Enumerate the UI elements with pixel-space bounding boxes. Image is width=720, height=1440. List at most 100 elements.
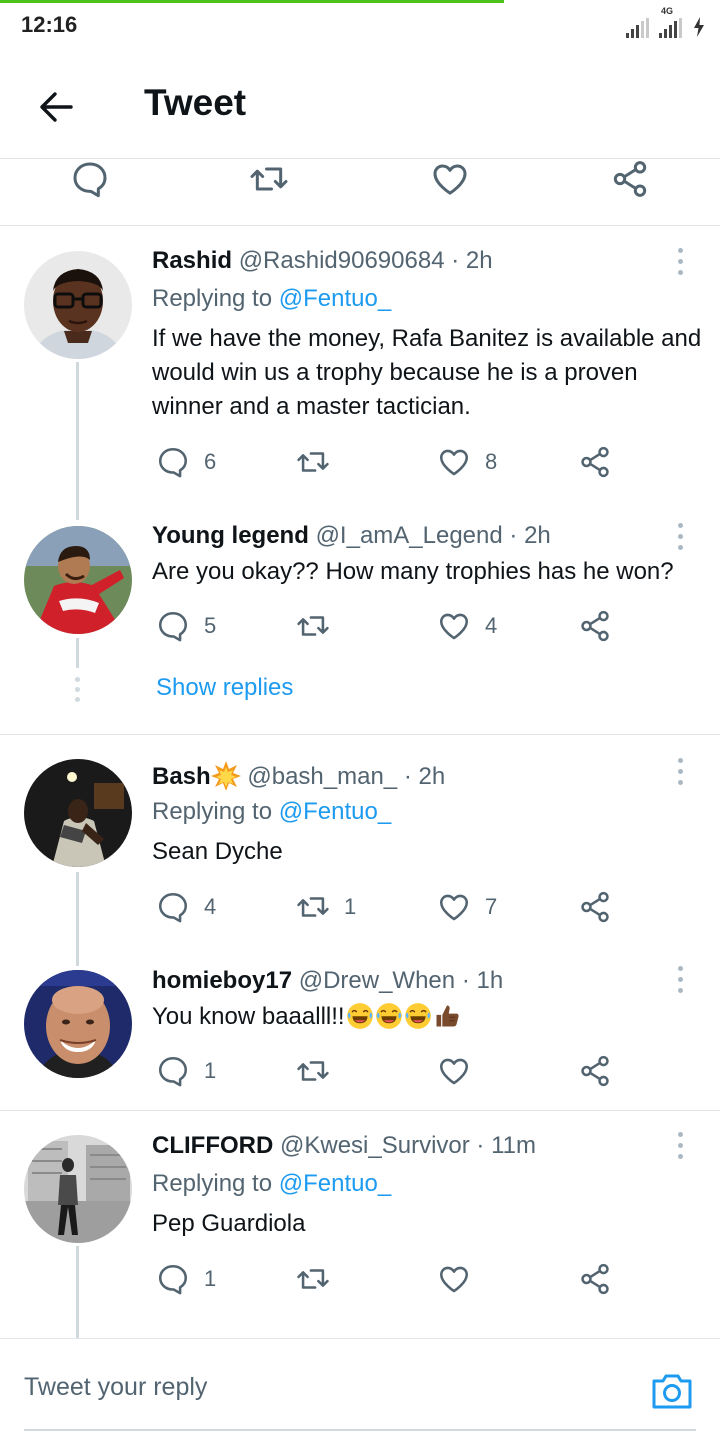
reply-button[interactable]: 5	[156, 606, 216, 646]
main-tweet-actions	[0, 159, 720, 226]
replying-prefix: Replying to	[152, 285, 273, 312]
tears-of-joy-emoji-icon	[404, 1002, 432, 1030]
mention-link[interactable]: @Fentuo_	[279, 798, 391, 825]
like-button[interactable]: 4	[437, 606, 497, 646]
reply-header: homieboy17 @Drew_When · 1h	[152, 967, 503, 995]
like-button[interactable]: 8	[437, 442, 497, 482]
retweet-button[interactable]	[296, 1259, 344, 1299]
avatar-image	[24, 759, 132, 867]
more-options-button[interactable]	[668, 754, 692, 788]
avatar[interactable]	[24, 251, 132, 359]
main-reply-button[interactable]	[70, 159, 110, 199]
display-name[interactable]: Bash	[152, 763, 211, 790]
reply-text: Are you okay?? How many trophies has he …	[152, 558, 674, 585]
user-handle[interactable]: @Drew_When	[299, 967, 455, 994]
post-time: · 2h	[509, 522, 551, 549]
replying-to: Replying to @Fentuo_	[152, 1170, 391, 1198]
reply-icon	[156, 1054, 190, 1088]
like-count: 7	[485, 894, 498, 919]
retweet-icon	[296, 1262, 330, 1296]
reply-header: Bash @bash_man_ · 2h	[152, 760, 445, 791]
post-time: · 2h	[451, 247, 493, 274]
page-title: Tweet	[144, 82, 247, 123]
avatar[interactable]	[24, 759, 132, 867]
replying-to: Replying to @Fentuo_	[152, 798, 391, 826]
reply-text: You know baaalll!!	[152, 1003, 345, 1030]
like-button[interactable]	[437, 1051, 485, 1091]
replying-to: Replying to @Fentuo_	[152, 285, 391, 313]
retweet-button[interactable]: 1	[296, 887, 356, 927]
avatar-image	[24, 251, 132, 359]
mobile-signal-icon: 4G	[659, 6, 682, 38]
like-button[interactable]: 7	[437, 887, 497, 927]
reply-icon	[156, 1262, 190, 1296]
like-icon	[437, 890, 471, 924]
user-handle[interactable]: @Kwesi_Survivor	[280, 1132, 470, 1159]
back-button[interactable]	[30, 85, 82, 129]
like-icon	[430, 159, 470, 199]
retweet-icon	[296, 1054, 330, 1088]
reply-text: Pep Guardiola	[152, 1210, 306, 1237]
like-count: 8	[485, 449, 498, 474]
show-replies-link[interactable]: Show replies	[156, 674, 293, 702]
reply-count: 4	[204, 894, 217, 919]
user-handle[interactable]: @bash_man_	[247, 763, 397, 790]
retweet-icon	[296, 609, 330, 643]
reply-actions: 4 1 7	[152, 887, 622, 927]
retweet-button[interactable]	[296, 606, 344, 646]
reply-count: 6	[204, 449, 217, 474]
status-time: 12:16	[21, 12, 78, 37]
reply-count: 1	[204, 1058, 217, 1083]
thumbs-up-emoji-icon	[436, 1005, 459, 1027]
retweet-icon	[296, 890, 330, 924]
display-name[interactable]: CLIFFORD	[152, 1132, 273, 1159]
reply-button[interactable]: 1	[156, 1051, 216, 1091]
share-button[interactable]	[578, 442, 612, 482]
more-options-button[interactable]	[668, 519, 692, 553]
display-name[interactable]: Rashid	[152, 247, 232, 274]
reply-input[interactable]: Tweet your reply	[24, 1373, 207, 1402]
user-handle[interactable]: @I_amA_Legend	[316, 522, 503, 549]
reply-button[interactable]: 1	[156, 1259, 216, 1299]
tears-of-joy-emoji-icon	[375, 1002, 403, 1030]
like-button[interactable]	[437, 1259, 485, 1299]
share-button[interactable]	[578, 887, 612, 927]
reply-button[interactable]: 6	[156, 442, 216, 482]
retweet-button[interactable]	[296, 442, 344, 482]
mention-link[interactable]: @Fentuo_	[279, 285, 391, 312]
share-button[interactable]	[578, 606, 612, 646]
app-header: Tweet	[0, 55, 720, 159]
more-options-button[interactable]	[668, 962, 692, 996]
user-handle[interactable]: @Rashid90690684	[239, 247, 445, 274]
main-like-button[interactable]	[430, 159, 470, 199]
like-icon	[437, 609, 471, 643]
more-options-button[interactable]	[668, 1128, 692, 1162]
mention-link[interactable]: @Fentuo_	[279, 1170, 391, 1197]
share-button[interactable]	[578, 1259, 612, 1299]
like-icon	[437, 445, 471, 479]
avatar[interactable]	[24, 526, 132, 634]
divider	[0, 734, 720, 735]
reply-text: Sean Dyche	[152, 838, 283, 865]
post-time: · 2h	[403, 763, 446, 790]
share-icon	[578, 890, 612, 924]
more-options-button[interactable]	[668, 244, 692, 278]
camera-button[interactable]	[650, 1369, 694, 1413]
share-button[interactable]	[578, 1051, 612, 1091]
signal-icon	[626, 18, 649, 38]
reply-icon	[156, 890, 190, 924]
share-icon	[578, 445, 612, 479]
display-name[interactable]: Young legend	[152, 522, 309, 549]
share-icon	[578, 609, 612, 643]
reply-icon	[156, 609, 190, 643]
retweet-count: 1	[344, 894, 357, 919]
retweet-button[interactable]	[296, 1051, 344, 1091]
avatar-image	[24, 970, 132, 1078]
main-share-button[interactable]	[610, 159, 650, 199]
post-time: · 11m	[476, 1132, 536, 1159]
avatar[interactable]	[24, 1135, 132, 1243]
reply-button[interactable]: 4	[156, 887, 216, 927]
display-name[interactable]: homieboy17	[152, 967, 292, 994]
avatar[interactable]	[24, 970, 132, 1078]
main-retweet-button[interactable]	[249, 159, 289, 199]
